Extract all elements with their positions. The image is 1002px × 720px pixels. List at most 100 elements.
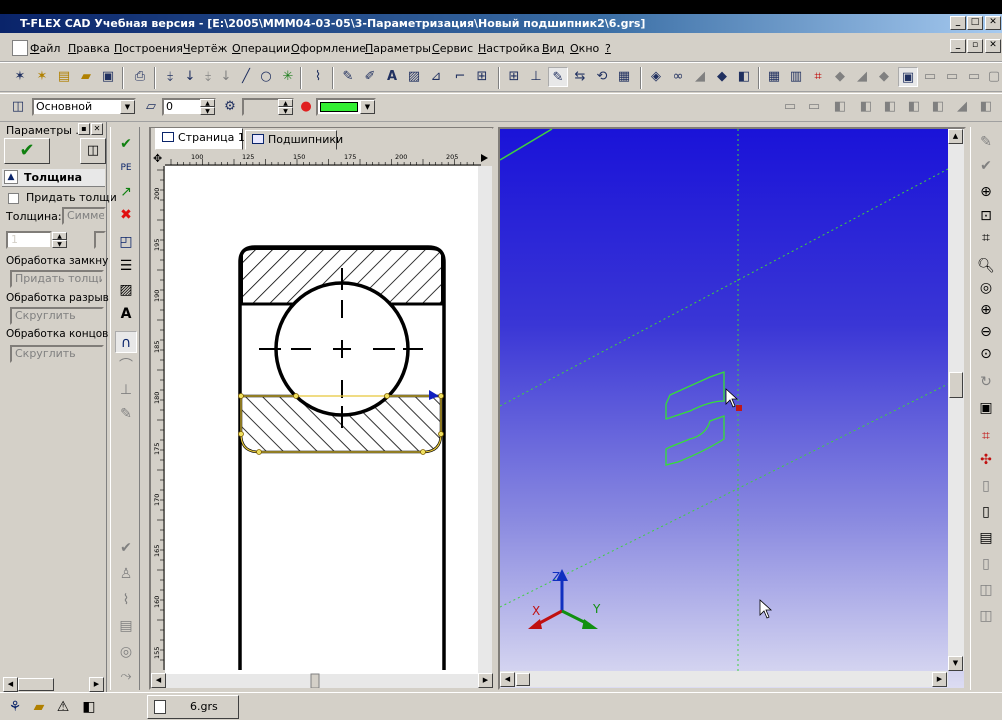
- constraint-icon[interactable]: ⌇: [115, 589, 137, 611]
- arrow-down-icon[interactable]: ↓: [216, 67, 236, 87]
- fragment-icon[interactable]: ⊞: [472, 67, 492, 87]
- select-gray-icon[interactable]: ✔: [975, 155, 997, 177]
- panel-scroll-right[interactable]: ▶: [89, 677, 104, 692]
- profile-3d[interactable]: [665, 371, 725, 466]
- view-iso3-icon[interactable]: ◧: [904, 97, 924, 117]
- group3-button[interactable]: Скруглить: [10, 345, 104, 363]
- solid-icon[interactable]: ◢: [690, 67, 710, 87]
- panel-pin-button[interactable]: ▪: [78, 123, 90, 135]
- hatch-icon[interactable]: ▨: [404, 67, 424, 87]
- group1-button[interactable]: Придать толщину: [10, 270, 104, 288]
- spline-icon[interactable]: ⌒: [115, 355, 137, 377]
- menu-operations[interactable]: Операции: [232, 42, 290, 55]
- variables-icon[interactable]: ◈: [646, 67, 666, 87]
- thickness-value-field[interactable]: 1: [6, 231, 52, 249]
- confirm-icon[interactable]: ✔: [115, 133, 137, 155]
- page-icon-6[interactable]: ◫: [975, 605, 997, 627]
- pen-icon[interactable]: ✐: [360, 67, 380, 87]
- new-file-icon[interactable]: ✶: [10, 67, 30, 87]
- image-icon[interactable]: ▣: [975, 397, 997, 419]
- spin-down-icon[interactable]: ▼: [200, 107, 215, 115]
- body-icon[interactable]: ◆: [712, 67, 732, 87]
- preview-button[interactable]: ◫: [80, 138, 106, 164]
- user-icon[interactable]: ♙: [115, 563, 137, 585]
- model-icon[interactable]: ⌗: [808, 67, 828, 87]
- zoom-icon[interactable]: 🔍︎: [975, 255, 997, 277]
- cube-icon[interactable]: ◧: [734, 67, 754, 87]
- rotate-view-icon[interactable]: ↻: [975, 371, 997, 393]
- snap-icon[interactable]: ⌇: [308, 67, 328, 87]
- scroll-right-2d[interactable]: ▶: [478, 673, 493, 688]
- zoom-out-icon[interactable]: ⊖: [975, 321, 997, 343]
- layers-icon[interactable]: ☰: [115, 255, 137, 277]
- warning-icon[interactable]: ⚠: [52, 696, 74, 718]
- v-scrollbar-2d[interactable]: [478, 166, 492, 688]
- h-scroll-thumb-2d[interactable]: [310, 673, 320, 688]
- line-icon[interactable]: ╱: [236, 67, 256, 87]
- menu-service[interactable]: Сервис: [432, 42, 473, 55]
- close-button[interactable]: ✕: [985, 16, 1001, 30]
- menu-design[interactable]: Оформление: [291, 42, 366, 55]
- grid-icon[interactable]: ⊞: [504, 67, 524, 87]
- line-construct-icon[interactable]: ⤈: [160, 67, 180, 87]
- axis-icon[interactable]: ⊥: [526, 67, 546, 87]
- doc-minimize-button[interactable]: _: [950, 39, 966, 53]
- window3-icon[interactable]: ▭: [964, 67, 984, 87]
- menu-parameters[interactable]: Параметры: [365, 42, 431, 55]
- panel-scroll-thumb[interactable]: [18, 678, 54, 691]
- cancel-icon[interactable]: ✖: [115, 204, 137, 226]
- menu-window[interactable]: Окно: [570, 42, 599, 55]
- draw-line-icon[interactable]: ✎: [338, 67, 358, 87]
- page-icon-5[interactable]: ◫: [975, 579, 997, 601]
- chevron-down-icon[interactable]: ▼: [120, 100, 135, 114]
- node-icon[interactable]: ✳: [278, 67, 298, 87]
- new-assembly-icon[interactable]: ▤: [54, 67, 74, 87]
- sketch-tool-icon[interactable]: ∩: [115, 331, 137, 353]
- zoom-all-icon[interactable]: ◎: [975, 277, 997, 299]
- frame-icon[interactable]: ◰: [115, 231, 137, 253]
- thickness-down-icon[interactable]: ▼: [52, 240, 67, 248]
- node-red-icon[interactable]: ✣: [975, 449, 997, 471]
- tree-icon[interactable]: ⚘: [4, 696, 26, 718]
- thickness-checkbox[interactable]: [8, 193, 19, 204]
- tab-page1[interactable]: Страница 1: [155, 128, 245, 150]
- menu-drawing[interactable]: Чертёж: [183, 42, 227, 55]
- table-icon[interactable]: ▦: [764, 67, 784, 87]
- h-scrollbar-3d[interactable]: [500, 671, 948, 687]
- fix-icon[interactable]: ✎: [115, 403, 137, 425]
- collapse-icon[interactable]: ▲: [4, 170, 18, 184]
- undo-icon[interactable]: ⤈: [198, 67, 218, 87]
- zoom-fit-icon[interactable]: ⌗: [975, 227, 997, 249]
- view-iso5-icon[interactable]: ◢: [952, 97, 972, 117]
- extra-field[interactable]: [94, 231, 106, 249]
- scroll-left-2d[interactable]: ◀: [151, 673, 166, 688]
- window2-icon[interactable]: ▭: [942, 67, 962, 87]
- scroll-down-3d[interactable]: ▼: [948, 656, 963, 671]
- text-icon[interactable]: A: [382, 67, 402, 87]
- menu-view[interactable]: Вид: [542, 42, 564, 55]
- page-icon-3[interactable]: ▤: [975, 527, 997, 549]
- panel-scroll-left[interactable]: ◀: [3, 677, 18, 692]
- thickness-mode-field[interactable]: Симмет: [62, 207, 106, 225]
- zoom-prev-icon[interactable]: ⊕: [975, 299, 997, 321]
- copy-icon[interactable]: ⟲: [592, 67, 612, 87]
- new-3d-icon[interactable]: ✶: [32, 67, 52, 87]
- doc-close-button[interactable]: ✕: [985, 39, 1001, 53]
- origin-point[interactable]: [736, 405, 742, 411]
- circle-icon[interactable]: ○: [256, 67, 276, 87]
- pe-icon[interactable]: PE: [115, 157, 137, 179]
- scroll-right-3d[interactable]: ▶: [932, 672, 947, 687]
- view-iso-icon[interactable]: ◧: [856, 97, 876, 117]
- view-3d-canvas[interactable]: Z X Y: [500, 129, 948, 671]
- zoom-scale-icon[interactable]: ⊙: [975, 343, 997, 365]
- scroll-up-3d[interactable]: ▲: [948, 129, 963, 144]
- document-icon[interactable]: [12, 40, 28, 56]
- drawing-canvas[interactable]: ✥ 100 125 150 175 200 205 200 195 190 185 180 175 1…: [151, 150, 492, 688]
- color-chevron-down-icon[interactable]: ▼: [360, 100, 375, 114]
- v-scrollbar-3d[interactable]: [948, 129, 964, 671]
- view-side-icon[interactable]: ▭: [804, 97, 824, 117]
- print-icon[interactable]: ⎙: [130, 67, 150, 87]
- point-icon[interactable]: ↓: [180, 67, 200, 87]
- menu-edit[interactable]: Правка: [68, 42, 110, 55]
- view-iso4-icon[interactable]: ◧: [928, 97, 948, 117]
